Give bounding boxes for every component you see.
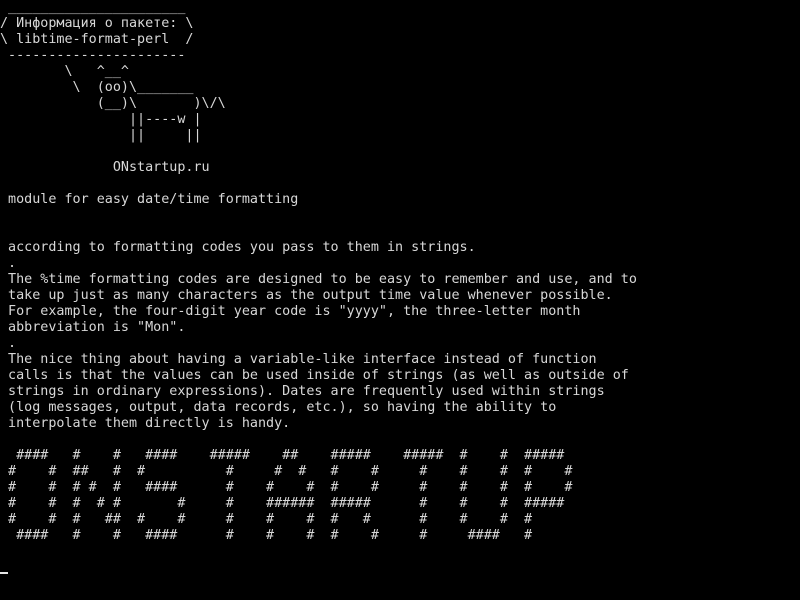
banner-art-line: #### # # #### ##### ## ##### ##### # # #… [0,448,565,463]
text-cursor[interactable] [0,572,8,574]
description-line: The nice thing about having a variable-l… [0,352,597,367]
cow-art-line: (__)\ )\/\ [0,96,226,111]
description-line: take up just as many characters as the o… [0,288,613,303]
description-line: . [0,256,17,271]
description-line: . [0,336,17,351]
banner-art-line: # # # # # #### # # # # # # # # # # [0,480,573,495]
description-line: For example, the four-digit year code is… [0,304,581,319]
site-credit: ONstartup.ru [0,160,210,175]
package-summary: module for easy date/time formatting [0,192,299,207]
description-line: according to formatting codes you pass t… [0,240,476,255]
description-line: strings in ordinary expressions). Dates … [0,384,605,399]
cowsay-bubble-line-1: / Информация о пакете: \ [0,16,194,31]
banner-art-line: # # # ## # # # # # # # # # # # [0,512,533,527]
banner-art-line: # # ## # # # # # # # # # # # # [0,464,573,479]
cowsay-bubble-top: ______________________ [0,0,186,15]
description-line: abbreviation is "Mon". [0,320,186,335]
cow-art-line: \ (oo)\_______ [0,80,194,95]
description-line: The %time formatting codes are designed … [0,272,637,287]
cow-art-line: || || [0,128,202,143]
banner-art-line: # # # # # # # ###### ##### # # # ##### [0,496,565,511]
cowsay-bubble-line-2: \ libtime-format-perl / [0,32,194,47]
cow-art-line: \ ^__^ [0,64,129,79]
description-line: interpolate them directly is handy. [0,416,291,431]
terminal-screen: ______________________ / Информация о па… [0,0,800,600]
cow-art-line: ||----w | [0,112,202,127]
banner-art-line: #### # # #### # # # # # # #### # [0,528,533,543]
description-line: calls is that the values can be used ins… [0,368,629,383]
description-line: (log messages, output, data records, etc… [0,400,557,415]
cowsay-bubble-bottom: ---------------------- [0,48,186,63]
